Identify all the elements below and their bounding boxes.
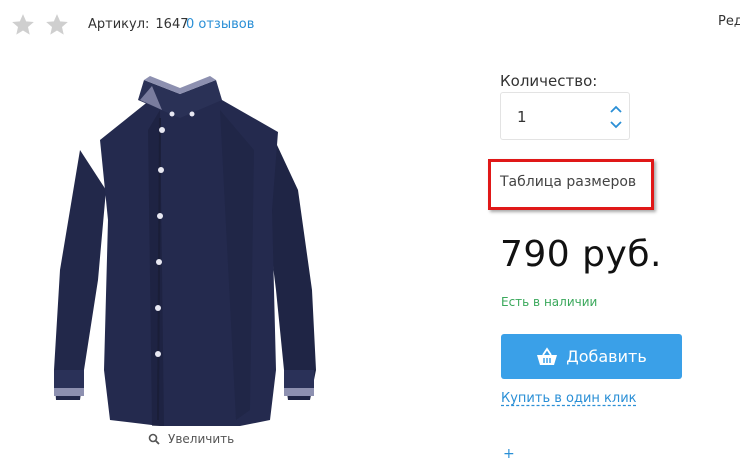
quantity-label: Количество: xyxy=(500,72,598,90)
sku: Артикул: 1647 xyxy=(88,17,189,32)
add-to-cart-button[interactable]: Добавить xyxy=(501,334,682,379)
quantity-stepper xyxy=(500,92,630,140)
zoom-button[interactable]: Увеличить xyxy=(148,432,234,446)
sku-value: 1647 xyxy=(155,17,189,32)
product-image[interactable] xyxy=(40,70,340,430)
search-icon xyxy=(148,433,160,445)
buy-one-click-link[interactable]: Купить в один клик xyxy=(501,391,637,406)
chevron-down-icon[interactable] xyxy=(609,119,623,131)
basket-icon xyxy=(537,346,558,365)
star-icon[interactable] xyxy=(44,12,70,38)
stock-status: Есть в наличии xyxy=(501,295,598,309)
rating-stars[interactable] xyxy=(10,12,70,38)
sku-label: Артикул: xyxy=(88,17,150,32)
zoom-label: Увеличить xyxy=(168,432,235,446)
add-to-cart-label: Добавить xyxy=(566,347,647,366)
edit-link[interactable]: Ред xyxy=(718,14,740,29)
size-table-link[interactable]: Таблица размеров xyxy=(500,174,636,190)
star-icon[interactable] xyxy=(10,12,36,38)
chevron-up-icon[interactable] xyxy=(609,103,623,115)
plus-icon[interactable]: + xyxy=(503,446,515,462)
product-price: 790 руб. xyxy=(500,234,662,275)
reviews-link[interactable]: 0 отзывов xyxy=(186,17,254,32)
quantity-input[interactable] xyxy=(517,107,577,127)
